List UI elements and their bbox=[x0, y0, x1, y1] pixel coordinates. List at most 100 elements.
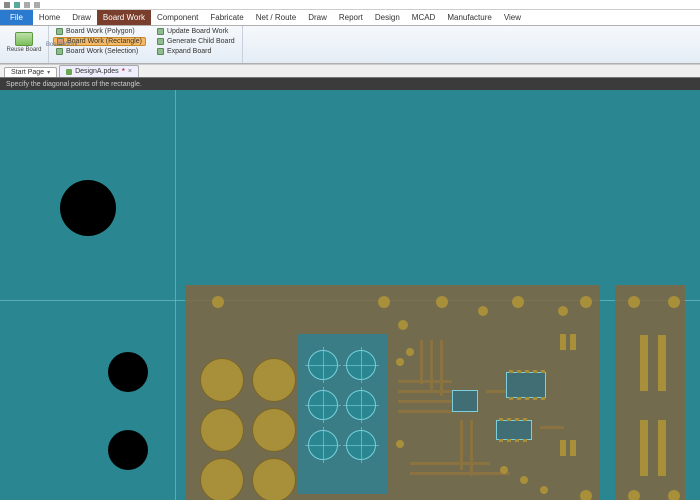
drill-pad bbox=[346, 390, 376, 420]
via bbox=[580, 296, 592, 308]
close-icon[interactable]: × bbox=[128, 68, 132, 75]
tab-design-a[interactable]: DesignA.pdes * × bbox=[59, 65, 139, 77]
menu-file[interactable]: File bbox=[0, 10, 33, 25]
drill-pad bbox=[346, 350, 376, 380]
ribbon-group-boardwork: Board Work (Polygon) Board Work (Rectang… bbox=[49, 26, 243, 63]
reuse-board-icon bbox=[15, 32, 33, 46]
update-icon bbox=[157, 28, 164, 35]
via bbox=[378, 296, 390, 308]
generate-child-board-button[interactable]: Generate Child Board bbox=[154, 37, 238, 46]
via bbox=[406, 348, 414, 356]
menu-board-work[interactable]: Board Work bbox=[97, 10, 151, 25]
via bbox=[668, 490, 680, 500]
ic-component bbox=[506, 372, 546, 398]
smd-pad bbox=[658, 335, 666, 391]
board-work-rectangle-label: Board Work (Rectangle) bbox=[67, 38, 142, 45]
board-work-polygon-label: Board Work (Polygon) bbox=[66, 28, 135, 35]
via bbox=[558, 306, 568, 316]
update-board-work-button[interactable]: Update Board Work bbox=[154, 27, 238, 36]
pcb-canvas[interactable] bbox=[0, 90, 700, 500]
menu-net-route[interactable]: Net / Route bbox=[250, 10, 302, 25]
trace bbox=[410, 462, 490, 465]
ic-component bbox=[452, 390, 478, 412]
undo-icon[interactable] bbox=[24, 2, 30, 8]
expand-icon bbox=[157, 48, 164, 55]
trace bbox=[410, 472, 510, 475]
expand-board-button[interactable]: Expand Board bbox=[154, 47, 238, 56]
menu-home[interactable]: Home bbox=[33, 10, 66, 25]
mounting-hole bbox=[60, 180, 116, 236]
trace bbox=[470, 420, 473, 476]
tab-start-page[interactable]: Start Page ▾ bbox=[4, 67, 57, 77]
via bbox=[398, 320, 408, 330]
smd-pad bbox=[560, 334, 566, 350]
pcb-file-icon bbox=[66, 69, 72, 75]
polygon-icon bbox=[56, 28, 63, 35]
menu-report[interactable]: Report bbox=[333, 10, 369, 25]
app-icon bbox=[4, 2, 10, 8]
reuse-board-label: Reuse Board bbox=[6, 47, 41, 53]
update-board-work-label: Update Board Work bbox=[167, 28, 228, 35]
tab-design-a-label: DesignA.pdes bbox=[75, 68, 119, 75]
trace bbox=[398, 380, 452, 383]
smd-pad bbox=[570, 440, 576, 456]
board-work-polygon-button[interactable]: Board Work (Polygon) bbox=[53, 27, 146, 36]
smd-pad bbox=[640, 335, 648, 391]
document-tabbar: Start Page ▾ DesignA.pdes * × bbox=[0, 64, 700, 78]
through-hole-pad bbox=[252, 458, 296, 500]
dirty-indicator-icon: * bbox=[122, 67, 125, 76]
through-hole-pad bbox=[200, 358, 244, 402]
through-hole-pad bbox=[200, 458, 244, 500]
cursor-crosshair-v bbox=[175, 90, 176, 500]
window-titlebar bbox=[0, 0, 700, 10]
redo-icon[interactable] bbox=[34, 2, 40, 8]
via bbox=[520, 476, 528, 484]
drill-pad bbox=[308, 390, 338, 420]
chevron-down-icon: ▾ bbox=[47, 69, 50, 76]
menu-view[interactable]: View bbox=[498, 10, 527, 25]
trace bbox=[430, 340, 433, 390]
copper-pour bbox=[615, 285, 685, 500]
generate-icon bbox=[157, 38, 164, 45]
trace bbox=[398, 400, 452, 403]
via bbox=[478, 306, 488, 316]
via bbox=[628, 296, 640, 308]
trace bbox=[486, 390, 506, 393]
via bbox=[580, 490, 592, 500]
trace bbox=[398, 410, 452, 413]
drill-pad bbox=[308, 430, 338, 460]
reuse-board-button[interactable]: Reuse Board bbox=[4, 27, 44, 57]
drill-pad bbox=[346, 430, 376, 460]
board-work-selection-label: Board Work (Selection) bbox=[66, 48, 138, 55]
via bbox=[512, 296, 524, 308]
trace bbox=[398, 390, 452, 393]
via bbox=[396, 358, 404, 366]
menu-draw2[interactable]: Draw bbox=[302, 10, 333, 25]
menu-mcad[interactable]: MCAD bbox=[406, 10, 442, 25]
ribbon-group-reuse: Reuse Board bbox=[0, 26, 49, 63]
trace bbox=[440, 340, 443, 396]
menu-design[interactable]: Design bbox=[369, 10, 406, 25]
command-prompt-bar: Specify the diagonal points of the recta… bbox=[0, 78, 700, 90]
save-icon[interactable] bbox=[14, 2, 20, 8]
via bbox=[500, 466, 508, 474]
ribbon: Reuse Board Board Work (Polygon) Board W… bbox=[0, 26, 700, 64]
smd-pad bbox=[658, 420, 666, 476]
ic-component bbox=[496, 420, 532, 440]
trace bbox=[540, 426, 564, 429]
menu-manufacture[interactable]: Manufacture bbox=[441, 10, 497, 25]
smd-pad bbox=[570, 334, 576, 350]
ribbon-group-label: Board Work bbox=[46, 42, 78, 49]
tab-start-page-label: Start Page bbox=[11, 69, 44, 76]
command-hint: Specify the diagonal points of the recta… bbox=[6, 81, 142, 88]
ribbon-tabstrip: File Home Draw Board Work Component Fabr… bbox=[0, 10, 700, 26]
menu-component[interactable]: Component bbox=[151, 10, 204, 25]
trace bbox=[420, 340, 423, 384]
via bbox=[628, 490, 640, 500]
mounting-hole bbox=[108, 430, 148, 470]
menu-fabricate[interactable]: Fabricate bbox=[204, 10, 249, 25]
smd-pad bbox=[640, 420, 648, 476]
selection-icon bbox=[56, 48, 63, 55]
via bbox=[540, 486, 548, 494]
menu-draw[interactable]: Draw bbox=[66, 10, 97, 25]
